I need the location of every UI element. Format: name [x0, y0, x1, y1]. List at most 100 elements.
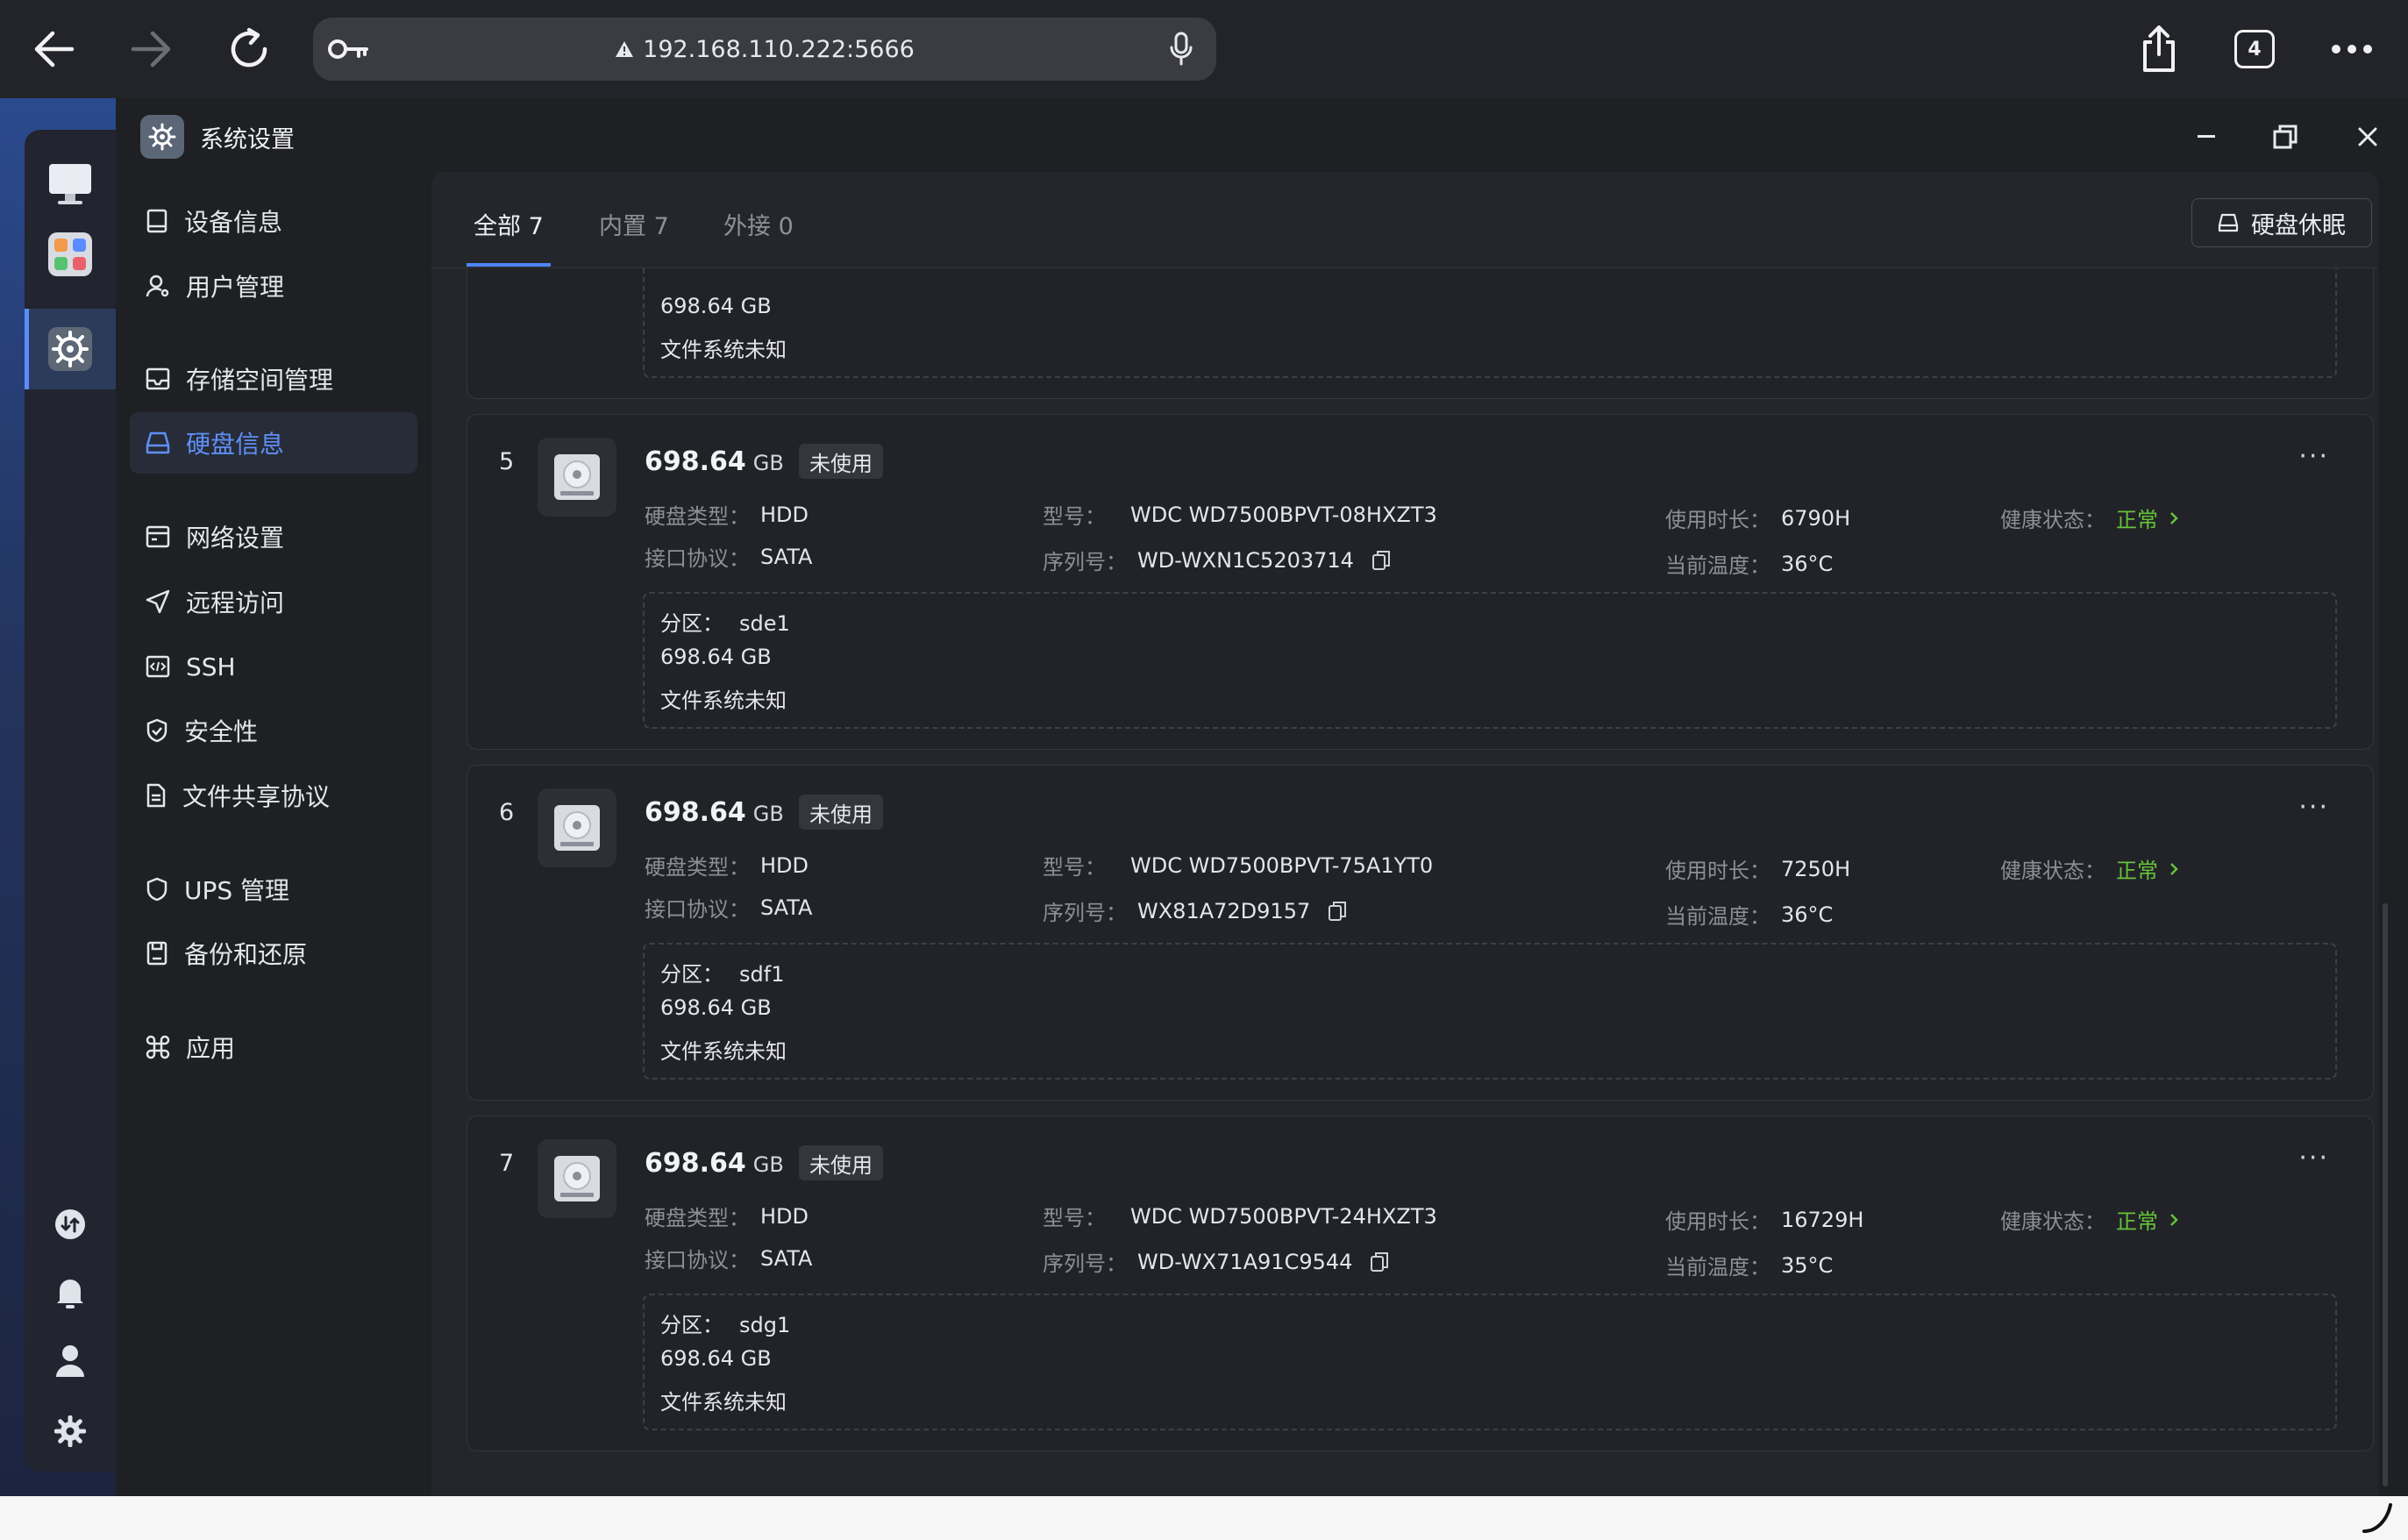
disk-type-label: 硬盘类型： [645, 1206, 750, 1230]
disk-interface: 接口协议： SATA [645, 1243, 812, 1273]
partition-filesystem: 文件系统未知 [660, 1039, 787, 1064]
dock-desktop-button[interactable] [46, 160, 95, 209]
disk-type: 硬盘类型： HDD [645, 1201, 809, 1231]
tab-count-button[interactable]: 4 [2234, 30, 2275, 68]
sidebar-item-label: 用户管理 [186, 273, 285, 302]
sidebar-item-file-sharing[interactable]: 文件共享协议 [130, 765, 417, 826]
minimize-button[interactable] [2189, 119, 2224, 154]
uptime-label: 使用时长： [1665, 508, 1770, 532]
share-button[interactable] [2133, 21, 2185, 77]
copy-icon[interactable] [1328, 901, 1347, 922]
disk-capacity-unit: GB [752, 1152, 784, 1177]
sidebar-item-label: 硬盘信息 [186, 430, 285, 459]
partition-value: sdg1 [739, 1313, 791, 1337]
dock-notifications-button[interactable] [49, 1272, 91, 1314]
chevron-right-icon [2170, 1213, 2178, 1226]
status-badge: 未使用 [799, 1145, 883, 1180]
tab-external[interactable]: 外接 0 [723, 207, 794, 241]
hdd-icon [538, 788, 616, 867]
serial-label: 序列号： [1043, 901, 1127, 925]
interface-value: SATA [760, 895, 813, 920]
disk-interface: 接口协议： SATA [645, 892, 812, 923]
sidebar-item-security[interactable]: 安全性 [130, 700, 417, 761]
sidebar-item-label: 远程访问 [186, 588, 285, 617]
dock-app-center-button[interactable] [46, 230, 95, 279]
sidebar-item-label: 应用 [186, 1034, 236, 1063]
sidebar-item-ssh[interactable]: SSH [130, 636, 417, 697]
hdd-icon [538, 1139, 616, 1218]
sidebar-item-label: 安全性 [184, 717, 259, 746]
sidebar-item-network[interactable]: 网络设置 [130, 506, 417, 567]
more-menu-button[interactable] [2327, 30, 2376, 68]
sidebar-item-apps[interactable]: 应用 [130, 1016, 417, 1078]
disk-type: 硬盘类型： HDD [645, 850, 809, 881]
sidebar-item-disk-info[interactable]: 硬盘信息 [130, 412, 417, 474]
sidebar-item-storage[interactable]: 存储空间管理 [130, 348, 417, 410]
more-options-button[interactable]: ··· [2298, 441, 2329, 472]
partition-size: 698.64 GB [660, 1346, 772, 1371]
disk-icon [146, 431, 170, 454]
disk-card: 5 698.64 GB 未使用 硬盘类型： HDD 接口协议： SATA 型号： WDC… [467, 414, 2374, 750]
reload-button[interactable] [223, 23, 275, 75]
minimize-icon [2198, 135, 2215, 138]
scrollbar-thumb[interactable] [2383, 903, 2388, 1487]
disk-uptime: 使用时长： 7250H [1665, 853, 1850, 884]
forward-button[interactable] [126, 25, 175, 74]
voice-search-button[interactable] [1162, 30, 1200, 68]
dock-active-indicator [25, 309, 29, 389]
disk-temperature: 当前温度： 35°C [1665, 1250, 1833, 1280]
tab-all[interactable]: 全部 7 [474, 207, 544, 241]
sidebar-item-user-management[interactable]: 用户管理 [130, 255, 417, 317]
window-title: 系统设置 [200, 125, 295, 153]
status-badge: 未使用 [799, 444, 883, 479]
serial-value: WD-WXN1C5203714 [1137, 547, 1354, 573]
model-label: 型号： [1043, 855, 1106, 880]
disk-capacity: 698.64 GB [645, 446, 784, 477]
backup-icon [146, 941, 167, 966]
resize-corner-icon[interactable] [2361, 1501, 2396, 1536]
interface-label: 接口协议： [645, 1248, 750, 1273]
health-status[interactable]: 健康状态： 正常 [2000, 503, 2179, 533]
temperature-label: 当前温度： [1665, 553, 1770, 578]
partition-name: 分区： sde1 [660, 606, 790, 637]
close-button[interactable] [2350, 119, 2385, 154]
storage-icon [146, 367, 170, 390]
maximize-button[interactable] [2268, 119, 2303, 154]
sidebar-item-remote-access[interactable]: 远程访问 [130, 571, 417, 632]
arrow-right-icon [131, 31, 171, 68]
dock-user-button[interactable] [49, 1340, 91, 1382]
copy-icon[interactable] [1370, 1251, 1389, 1273]
shield-icon [146, 877, 167, 902]
dock-system-settings-button[interactable] [49, 1410, 91, 1452]
sidebar-item-ups[interactable]: UPS 管理 [130, 859, 417, 920]
disk-temperature: 当前温度： 36°C [1665, 548, 1833, 579]
sidebar-item-backup[interactable]: 备份和还原 [130, 923, 417, 984]
disk-sleep-button[interactable]: 硬盘休眠 [2191, 198, 2372, 247]
dock-transfer-button[interactable] [49, 1203, 91, 1245]
dock-settings-button[interactable] [46, 324, 95, 374]
sidebar-item-label: SSH [186, 652, 236, 681]
disk-uptime: 使用时长： 16729H [1665, 1204, 1863, 1235]
temperature-value: 36°C [1781, 902, 1834, 927]
health-status[interactable]: 健康状态： 正常 [2000, 853, 2179, 884]
window-titlebar: 系统设置 [140, 112, 295, 161]
sidebar-item-device-info[interactable]: 设备信息 [130, 190, 417, 252]
copy-icon[interactable] [1371, 550, 1391, 571]
tab-internal[interactable]: 内置 7 [599, 207, 669, 241]
back-button[interactable] [30, 25, 79, 74]
bell-icon [57, 1280, 83, 1308]
arrow-left-icon [34, 31, 75, 68]
temperature-label: 当前温度： [1665, 904, 1770, 929]
more-options-button[interactable]: ··· [2298, 1143, 2329, 1173]
chevron-right-icon [2170, 862, 2178, 875]
app-grid-icon [48, 232, 92, 276]
more-options-button[interactable]: ··· [2298, 792, 2329, 823]
health-status[interactable]: 健康状态： 正常 [2000, 1204, 2179, 1235]
send-icon [146, 589, 170, 614]
address-bar[interactable]: 192.168.110.222:5666 [313, 18, 1216, 81]
disk-serial: 序列号： WD-WX71A91C9544 [1043, 1246, 1389, 1277]
uptime-label: 使用时长： [1665, 859, 1770, 883]
disk-type-value: HDD [760, 1203, 809, 1229]
health-value: 正常 [2116, 859, 2158, 883]
interface-value: SATA [760, 544, 813, 569]
